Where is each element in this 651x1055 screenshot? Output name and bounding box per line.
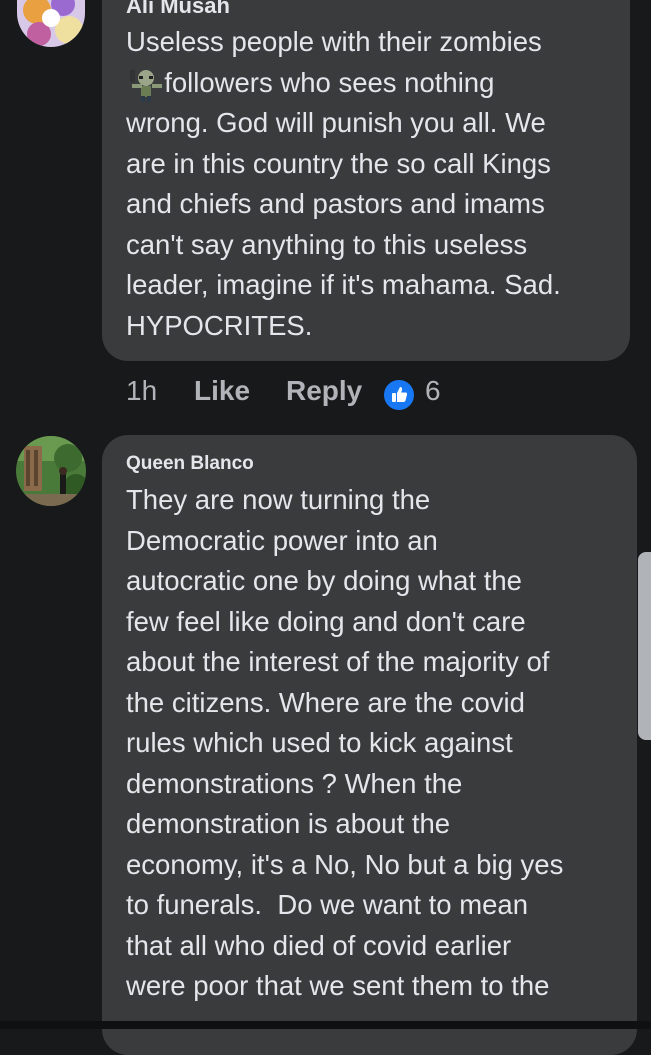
like-button[interactable]: Like <box>194 375 250 407</box>
comment-actions: 1h Like Reply 6 <box>0 375 651 415</box>
scrollbar-thumb[interactable] <box>638 552 651 740</box>
bottom-divider <box>0 1021 651 1029</box>
reaction-count[interactable]: 6 <box>425 375 441 407</box>
comment-author[interactable]: Ali Musah <box>126 0 230 19</box>
comment-text: Useless people with their zombies follow… <box>126 26 561 341</box>
commenter-avatar[interactable] <box>16 436 86 506</box>
comment-time: 1h <box>126 375 158 406</box>
reply-button[interactable]: Reply <box>286 375 362 407</box>
comment-author[interactable]: Queen Blanco <box>126 453 254 475</box>
commenter-avatar[interactable] <box>17 0 85 47</box>
zombie-emoji <box>128 66 164 102</box>
thumbs-up-icon[interactable] <box>382 378 416 412</box>
comment-text: They are now turning the Democratic powe… <box>126 484 564 1001</box>
